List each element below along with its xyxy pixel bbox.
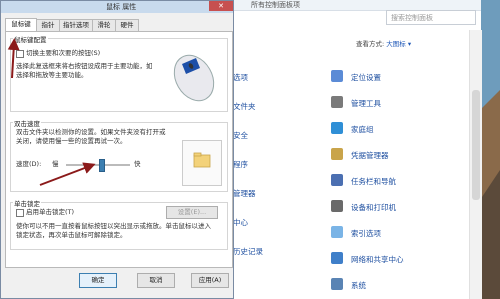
arrow-to-slider bbox=[39, 162, 96, 186]
annotation-arrows bbox=[7, 38, 96, 186]
baidu-watermark-logo: Baidu经验 jingyan.baidu.com bbox=[403, 273, 462, 295]
arrow-to-tab bbox=[7, 38, 20, 79]
svg-text:Baidu经验: Baidu经验 bbox=[404, 273, 462, 287]
svg-text:jingyan.baidu.com: jingyan.baidu.com bbox=[403, 288, 460, 295]
